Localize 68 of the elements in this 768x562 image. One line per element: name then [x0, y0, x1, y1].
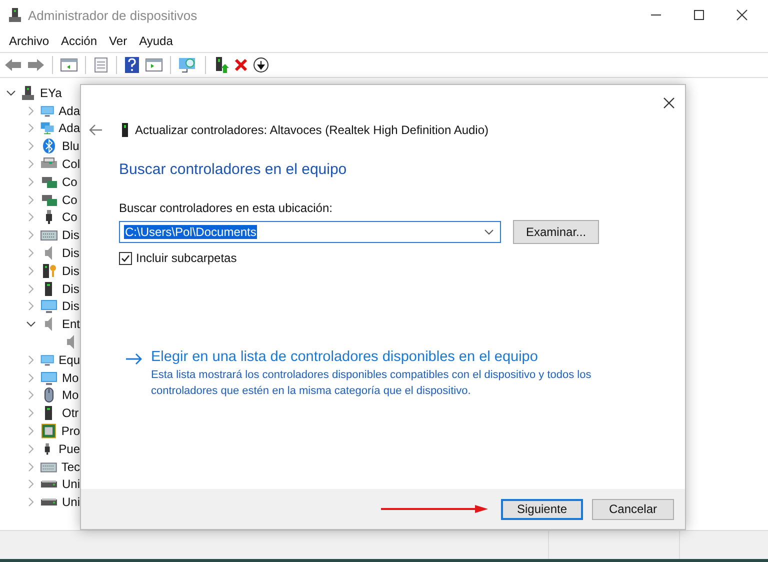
arrow-icon [125, 353, 143, 365]
menu-item[interactable]: Ver [103, 34, 134, 48]
document-icon[interactable] [93, 57, 109, 73]
tree-item[interactable]: Blu [62, 139, 80, 154]
drive-icon [41, 480, 57, 488]
tree-item[interactable]: Dis [62, 282, 80, 296]
driver-list-link[interactable]: Elegir en una lista de controladores disponibles en el equipo [151, 349, 631, 365]
window-icon[interactable] [145, 57, 163, 73]
link-description: Esta lista mostrará los controladores disponibles compatibles con el dispositivo y todos los controladores que estén en la misma categoría que el dispositivo. [151, 368, 592, 399]
tree-item[interactable]: Tec [61, 460, 80, 474]
back-arrow-icon[interactable] [89, 124, 103, 136]
bluetooth-icon [40, 138, 58, 154]
download-icon[interactable] [253, 57, 269, 73]
tree-item[interactable]: Pue [58, 442, 80, 456]
computer-icon [20, 84, 36, 101]
field-label: Buscar controladores en esta ubicación: [119, 201, 334, 215]
tree-item[interactable]: Co [62, 210, 78, 224]
checkbox[interactable] [119, 252, 132, 264]
menu-item[interactable]: Ayuda [133, 34, 179, 48]
tree-item[interactable]: Pro [61, 424, 80, 438]
tree-item[interactable]: Co [62, 192, 78, 207]
tree-item[interactable]: Uni [62, 477, 80, 492]
tree-item[interactable]: Equ [58, 352, 80, 367]
tree-item[interactable]: Dis [62, 228, 80, 242]
tree-item[interactable]: Col [62, 157, 80, 172]
tree-item[interactable]: Dis [62, 264, 80, 278]
monitor-icon [40, 298, 58, 314]
drive-icon [41, 498, 57, 506]
dialog-button[interactable]: Siguiente [501, 498, 583, 520]
tree-item[interactable]: Mo [62, 370, 79, 385]
tree-item[interactable]: Uni [62, 495, 80, 510]
tree-item[interactable]: Otr [62, 406, 79, 420]
chevron-icon[interactable] [6, 88, 16, 98]
chevron-icon[interactable] [26, 319, 36, 330]
browse-button[interactable]: Examinar... [513, 220, 600, 244]
tree-item[interactable]: Dis [62, 299, 80, 314]
device-update-icon[interactable] [213, 56, 229, 74]
delete-icon[interactable] [234, 58, 248, 72]
caret-icon[interactable] [484, 229, 494, 235]
back-icon[interactable] [4, 57, 22, 73]
window-title: Administrador de dispositivos [28, 8, 198, 22]
menu-item[interactable]: Acción [55, 34, 104, 48]
tree-item[interactable]: Co [62, 174, 78, 189]
tree-item[interactable]: Ada [58, 121, 80, 136]
tree-item[interactable]: Dis [62, 246, 80, 260]
close-icon[interactable] [663, 97, 675, 109]
network-icon [40, 120, 55, 136]
window-icon[interactable] [60, 57, 78, 73]
computer-icon [8, 7, 22, 23]
monitor-icon [40, 370, 58, 386]
tower-icon [121, 122, 129, 138]
chip-icon [40, 423, 58, 440]
forward-icon[interactable] [27, 57, 45, 73]
tree-item[interactable]: EYa [40, 86, 62, 100]
key-icon [40, 262, 58, 279]
path-combobox[interactable]: C:\Users\Pol\Documents [119, 221, 501, 243]
dialog-button[interactable]: Cancelar [592, 498, 674, 520]
tree-item[interactable]: Ent [62, 317, 80, 332]
help-icon[interactable] [124, 56, 140, 74]
dialog-heading: Buscar controladores en el equipo [119, 161, 348, 178]
maximize-icon[interactable] [693, 9, 705, 21]
tree-item[interactable]: Ada [58, 104, 80, 118]
tree-item[interactable]: Mo [62, 388, 79, 402]
close-icon[interactable] [736, 9, 748, 21]
monitor-search-icon[interactable] [178, 56, 198, 74]
dialog-title: Actualizar controladores: Altavoces (Realtek High Definition Audio) [135, 123, 489, 137]
checkbox-label: Incluir subcarpetas [136, 251, 237, 265]
menu-item[interactable]: Archivo [3, 34, 56, 48]
